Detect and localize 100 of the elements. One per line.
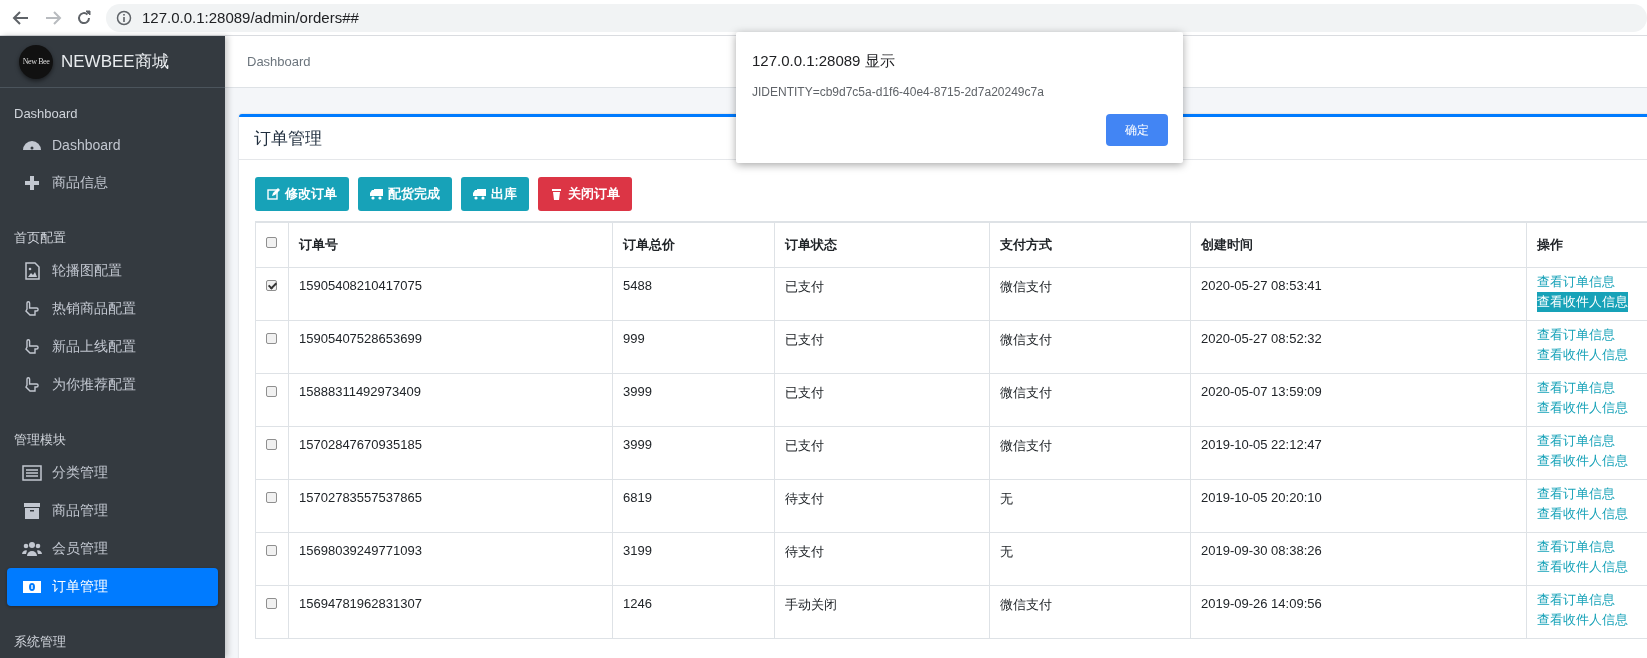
sidebar-item[interactable]: 商品信息 xyxy=(7,164,218,202)
table-cell: 待支付 xyxy=(785,491,824,506)
row-checkbox[interactable] xyxy=(266,386,277,397)
select-all-checkbox[interactable] xyxy=(266,237,277,248)
trash-icon xyxy=(550,188,563,200)
image-icon xyxy=(22,262,42,280)
row-checkbox[interactable] xyxy=(266,280,277,291)
table-cell: 2020-05-07 13:59:09 xyxy=(1201,384,1322,399)
reload-icon[interactable] xyxy=(76,9,92,26)
table-cell: 2019-10-05 22:12:47 xyxy=(1201,437,1322,452)
row-checkbox[interactable] xyxy=(266,333,277,344)
view-receiver-link[interactable]: 查看收件人信息 xyxy=(1537,451,1628,471)
table-cell: 2020-05-27 08:52:32 xyxy=(1201,331,1322,346)
table-cell: 微信支付 xyxy=(1000,385,1052,400)
section-heading: 系统管理 xyxy=(13,633,67,651)
table-cell: 999 xyxy=(623,331,645,346)
action-button[interactable]: 配货完成 xyxy=(358,177,452,211)
table-cell: 已支付 xyxy=(785,279,824,294)
row-checkbox[interactable] xyxy=(266,439,277,450)
pointing-hand-icon xyxy=(22,300,42,318)
view-order-link[interactable]: 查看订单信息 xyxy=(1537,431,1615,451)
view-receiver-link[interactable]: 查看收件人信息 xyxy=(1537,610,1628,630)
view-order-link[interactable]: 查看订单信息 xyxy=(1537,272,1615,292)
ok-button[interactable]: 确定 xyxy=(1106,114,1168,146)
action-button[interactable]: 修改订单 xyxy=(255,177,349,211)
sidebar-item[interactable]: 新品上线配置 xyxy=(7,328,218,366)
money-icon xyxy=(22,578,42,596)
url-text: 127.0.0.1:28089/admin/orders## xyxy=(142,9,359,26)
view-order-link[interactable]: 查看订单信息 xyxy=(1537,325,1615,345)
view-order-link[interactable]: 查看订单信息 xyxy=(1537,537,1615,557)
table-cell: 15888311492973409 xyxy=(299,384,421,399)
view-receiver-link[interactable]: 查看收件人信息 xyxy=(1537,557,1628,577)
sidebar-item[interactable]: 会员管理 xyxy=(7,530,218,568)
column-header: 支付方式 xyxy=(1000,237,1052,252)
table-cell: 无 xyxy=(1000,491,1013,506)
list-icon xyxy=(22,464,42,482)
view-receiver-link[interactable]: 查看收件人信息 xyxy=(1537,292,1628,312)
close-order-button[interactable]: 关闭订单 xyxy=(538,177,632,211)
view-order-link[interactable]: 查看订单信息 xyxy=(1537,484,1615,504)
card-title: 订单管理 xyxy=(254,127,322,150)
archive-icon xyxy=(22,502,42,520)
logo: New Bee xyxy=(19,44,53,79)
column-header: 订单号 xyxy=(299,237,338,252)
view-receiver-link[interactable]: 查看收件人信息 xyxy=(1537,504,1628,524)
sidebar-item[interactable]: 商品管理 xyxy=(7,492,218,530)
table-cell: 手动关闭 xyxy=(785,597,837,612)
column-header: 订单总价 xyxy=(623,237,675,252)
forward-icon[interactable] xyxy=(44,9,62,26)
brand-name: NEWBEE商城 xyxy=(61,51,169,73)
table-cell: 3199 xyxy=(623,543,652,558)
sidebar-item[interactable]: 轮播图配置 xyxy=(7,252,218,290)
table-cell: 3999 xyxy=(623,437,652,452)
sidebar-item[interactable]: 热销商品配置 xyxy=(7,290,218,328)
truck-icon xyxy=(370,188,383,200)
table-cell: 2019-09-26 14:09:56 xyxy=(1201,596,1322,611)
edit-icon xyxy=(267,188,280,200)
users-icon xyxy=(22,540,42,558)
table-cell: 5488 xyxy=(623,278,652,293)
table-cell: 微信支付 xyxy=(1000,597,1052,612)
table-cell: 微信支付 xyxy=(1000,279,1052,294)
section-heading: 首页配置 xyxy=(13,229,67,247)
table-cell: 待支付 xyxy=(785,544,824,559)
table-cell: 2020-05-27 08:53:41 xyxy=(1201,278,1322,293)
column-header: 订单状态 xyxy=(785,237,837,252)
table-cell: 已支付 xyxy=(785,332,824,347)
row-checkbox[interactable] xyxy=(266,492,277,503)
table-cell: 3999 xyxy=(623,384,652,399)
sidebar-item[interactable]: 订单管理 xyxy=(7,568,218,606)
truck-icon xyxy=(473,188,486,200)
table-cell: 15905408210417075 xyxy=(299,278,422,293)
info-icon xyxy=(116,9,132,26)
table-cell: 15698039249771093 xyxy=(299,543,422,558)
table-cell: 6819 xyxy=(623,490,652,505)
section-heading: 管理模块 xyxy=(13,431,67,449)
view-receiver-link[interactable]: 查看收件人信息 xyxy=(1537,398,1628,418)
breadcrumb[interactable]: Dashboard xyxy=(247,54,311,69)
column-header: 操作 xyxy=(1537,237,1563,252)
action-button[interactable]: 出库 xyxy=(461,177,529,211)
back-icon[interactable] xyxy=(12,9,30,26)
sidebar-item[interactable]: Dashboard xyxy=(7,126,218,164)
dialog-title: 127.0.0.1:28089 显示 xyxy=(752,52,896,71)
column-header: 创建时间 xyxy=(1201,237,1253,252)
table-cell: 15702847670935185 xyxy=(299,437,422,452)
table-cell: 15702783557537865 xyxy=(299,490,422,505)
sidebar-item[interactable]: 为你推荐配置 xyxy=(7,366,218,404)
row-checkbox[interactable] xyxy=(266,598,277,609)
view-order-link[interactable]: 查看订单信息 xyxy=(1537,590,1615,610)
table-cell: 15694781962831307 xyxy=(299,596,422,611)
address-bar[interactable]: 127.0.0.1:28089/admin/orders## xyxy=(106,3,1647,32)
table-cell: 已支付 xyxy=(785,385,824,400)
table-cell: 2019-10-05 20:20:10 xyxy=(1201,490,1322,505)
view-receiver-link[interactable]: 查看收件人信息 xyxy=(1537,345,1628,365)
view-order-link[interactable]: 查看订单信息 xyxy=(1537,378,1615,398)
table-cell: 15905407528653699 xyxy=(299,331,422,346)
pointing-hand-icon xyxy=(22,338,42,356)
row-checkbox[interactable] xyxy=(266,545,277,556)
dialog-message: JIDENTITY=cb9d7c5a-d1f6-40e4-8715-2d7a20249c7a xyxy=(752,85,1045,99)
section-heading: Dashboard xyxy=(13,105,79,123)
table-cell: 已支付 xyxy=(785,438,824,453)
sidebar-item[interactable]: 分类管理 xyxy=(7,454,218,492)
